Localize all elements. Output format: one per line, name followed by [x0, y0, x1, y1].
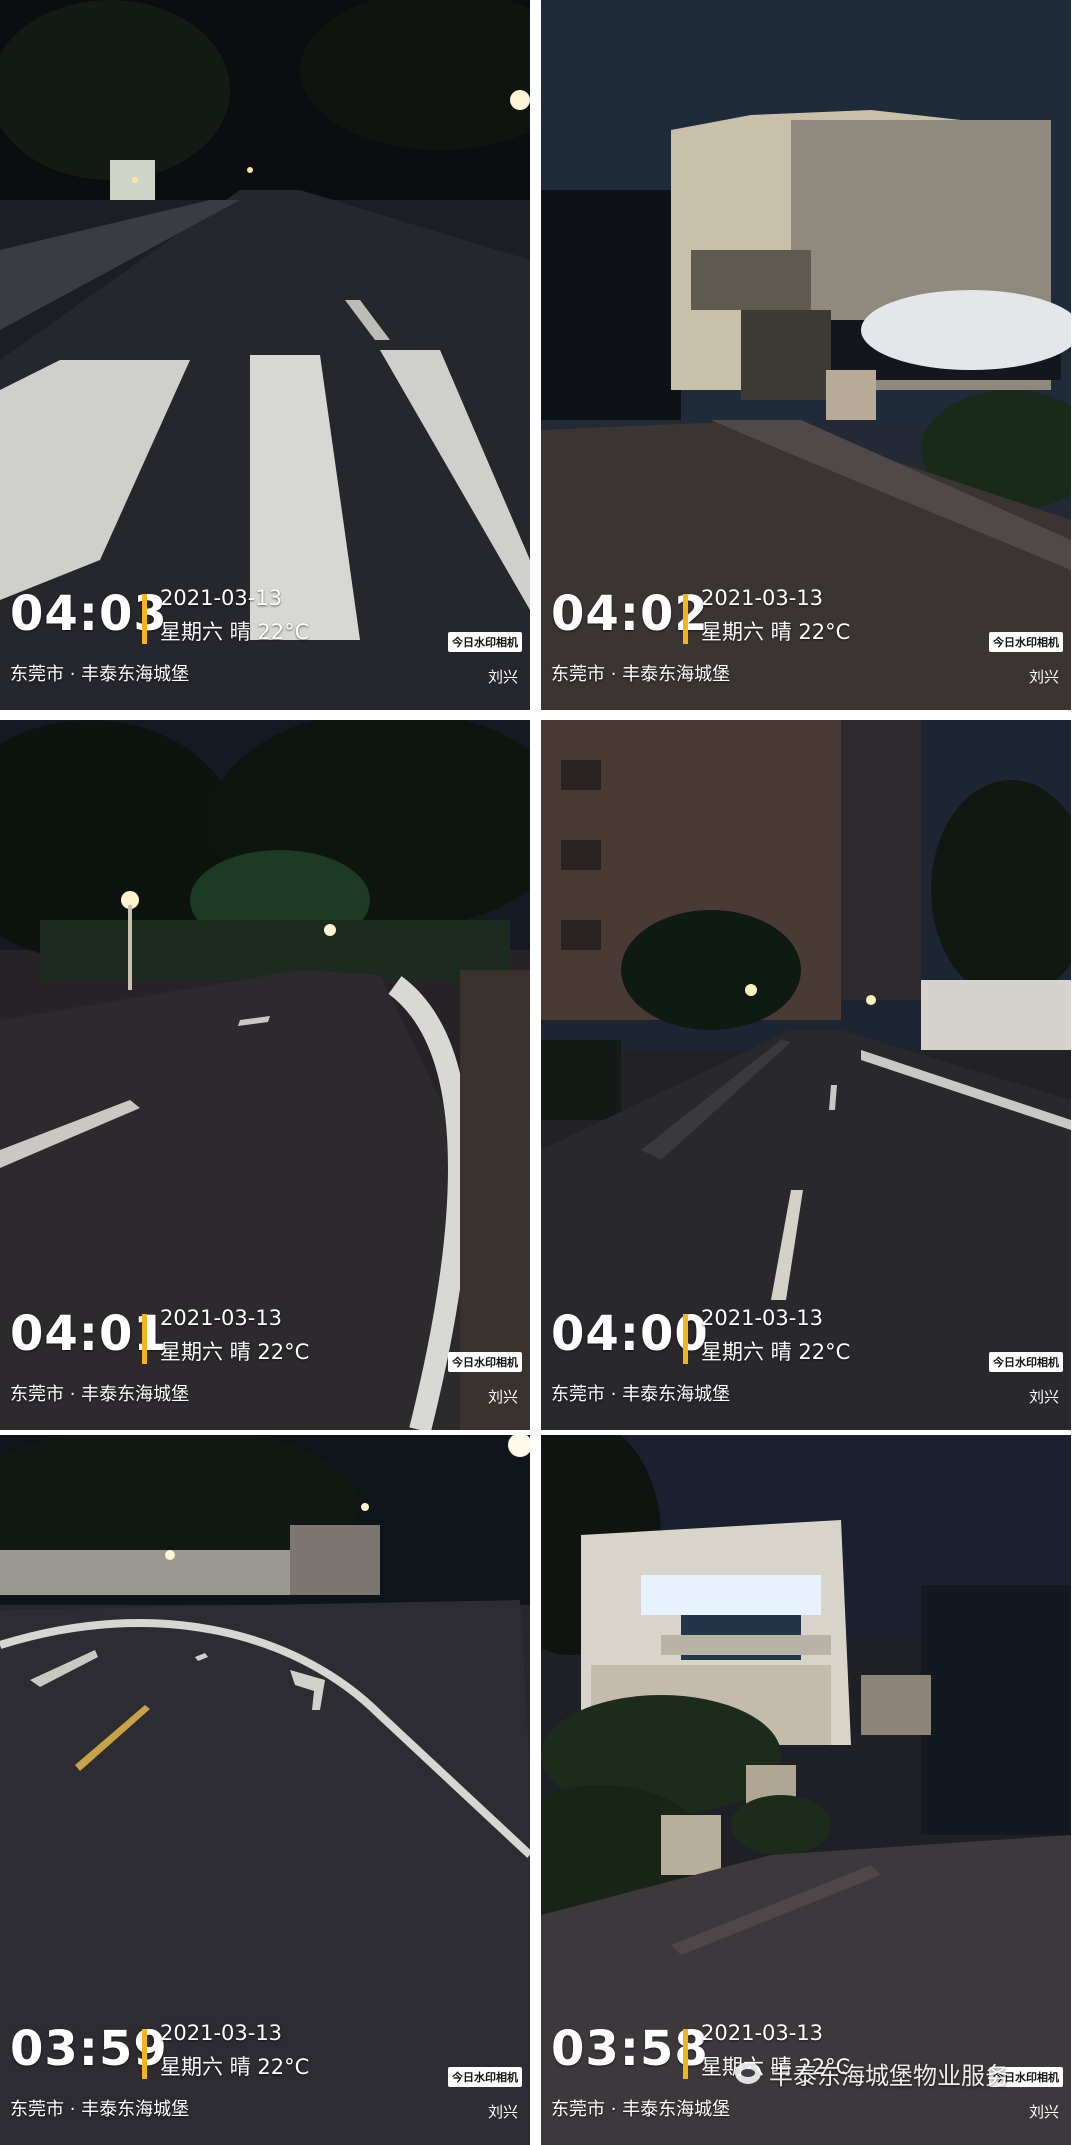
accent-bar — [683, 1314, 688, 1364]
watermark-location: 东莞市 · 丰泰东海城堡 — [10, 1384, 190, 1405]
watermark-user: 刘兴 — [487, 2103, 518, 2121]
accent-bar — [142, 1314, 147, 1364]
watermark-weekday-weather: 星期六 晴 22°C — [701, 620, 851, 644]
watermark-overlay: 04:03 2021-03-13 星期六 晴 22°C 东莞市 · 丰泰东海城堡… — [0, 580, 530, 710]
accent-bar — [142, 594, 147, 644]
watermark-overlay: 04:00 2021-03-13 星期六 晴 22°C 东莞市 · 丰泰东海城堡… — [541, 1300, 1071, 1430]
photo-grid: 04:03 2021-03-13 星期六 晴 22°C 东莞市 · 丰泰东海城堡… — [0, 0, 1080, 2145]
watermark-app-badge: 今日水印相机 — [989, 632, 1063, 652]
watermark-date: 2021-03-13 — [160, 1306, 283, 1330]
watermark-app-badge: 今日水印相机 — [448, 2067, 522, 2087]
watermark-weekday-weather: 星期六 晴 22°C — [160, 2055, 310, 2079]
accent-bar — [683, 2029, 688, 2079]
photo-tile-4[interactable]: 04:00 2021-03-13 星期六 晴 22°C 东莞市 · 丰泰东海城堡… — [541, 720, 1071, 1430]
watermark-user: 刘兴 — [1028, 2103, 1059, 2121]
watermark-date: 2021-03-13 — [701, 1306, 824, 1330]
watermark-weekday-weather: 星期六 晴 22°C — [160, 620, 310, 644]
watermark-app-badge: 今日水印相机 — [448, 632, 522, 652]
watermark-overlay: 04:02 2021-03-13 星期六 晴 22°C 东莞市 · 丰泰东海城堡… — [541, 580, 1071, 710]
photo-tile-6[interactable]: 03:58 2021-03-13 星期六 晴 22°C 东莞市 · 丰泰东海城堡… — [541, 1435, 1071, 2145]
watermark-user: 刘兴 — [1028, 668, 1059, 686]
watermark-date: 2021-03-13 — [701, 2021, 824, 2045]
watermark-location: 东莞市 · 丰泰东海城堡 — [10, 2099, 190, 2120]
watermark-user: 刘兴 — [487, 1388, 518, 1406]
watermark-overlay: 04:01 2021-03-13 星期六 晴 22°C 东莞市 · 丰泰东海城堡… — [0, 1300, 530, 1430]
watermark-weekday-weather: 星期六 晴 22°C — [701, 1340, 851, 1364]
watermark-weekday-weather: 星期六 晴 22°C — [160, 1340, 310, 1364]
watermark-location: 东莞市 · 丰泰东海城堡 — [551, 664, 731, 685]
wechat-logo-icon — [735, 2062, 761, 2084]
watermark-app-badge: 今日水印相机 — [989, 1352, 1063, 1372]
accent-bar — [142, 2029, 147, 2079]
account-name: 丰泰东海城堡物业服务 — [769, 2061, 1009, 2090]
watermark-user: 刘兴 — [487, 668, 518, 686]
photo-tile-2[interactable]: 04:02 2021-03-13 星期六 晴 22°C 东莞市 · 丰泰东海城堡… — [541, 0, 1071, 710]
watermark-location: 东莞市 · 丰泰东海城堡 — [551, 2099, 731, 2120]
account-watermark: 丰泰东海城堡物业服务 — [735, 2053, 1009, 2093]
watermark-date: 2021-03-13 — [160, 586, 283, 610]
photo-tile-3[interactable]: 04:01 2021-03-13 星期六 晴 22°C 东莞市 · 丰泰东海城堡… — [0, 720, 530, 1430]
watermark-date: 2021-03-13 — [160, 2021, 283, 2045]
watermark-location: 东莞市 · 丰泰东海城堡 — [551, 1384, 731, 1405]
watermark-location: 东莞市 · 丰泰东海城堡 — [10, 664, 190, 685]
watermark-user: 刘兴 — [1028, 1388, 1059, 1406]
watermark-date: 2021-03-13 — [701, 586, 824, 610]
photo-tile-1[interactable]: 04:03 2021-03-13 星期六 晴 22°C 东莞市 · 丰泰东海城堡… — [0, 0, 530, 710]
watermark-overlay: 03:59 2021-03-13 星期六 晴 22°C 东莞市 · 丰泰东海城堡… — [0, 2015, 530, 2145]
photo-tile-5[interactable]: 03:59 2021-03-13 星期六 晴 22°C 东莞市 · 丰泰东海城堡… — [0, 1435, 530, 2145]
accent-bar — [683, 594, 688, 644]
watermark-app-badge: 今日水印相机 — [448, 1352, 522, 1372]
